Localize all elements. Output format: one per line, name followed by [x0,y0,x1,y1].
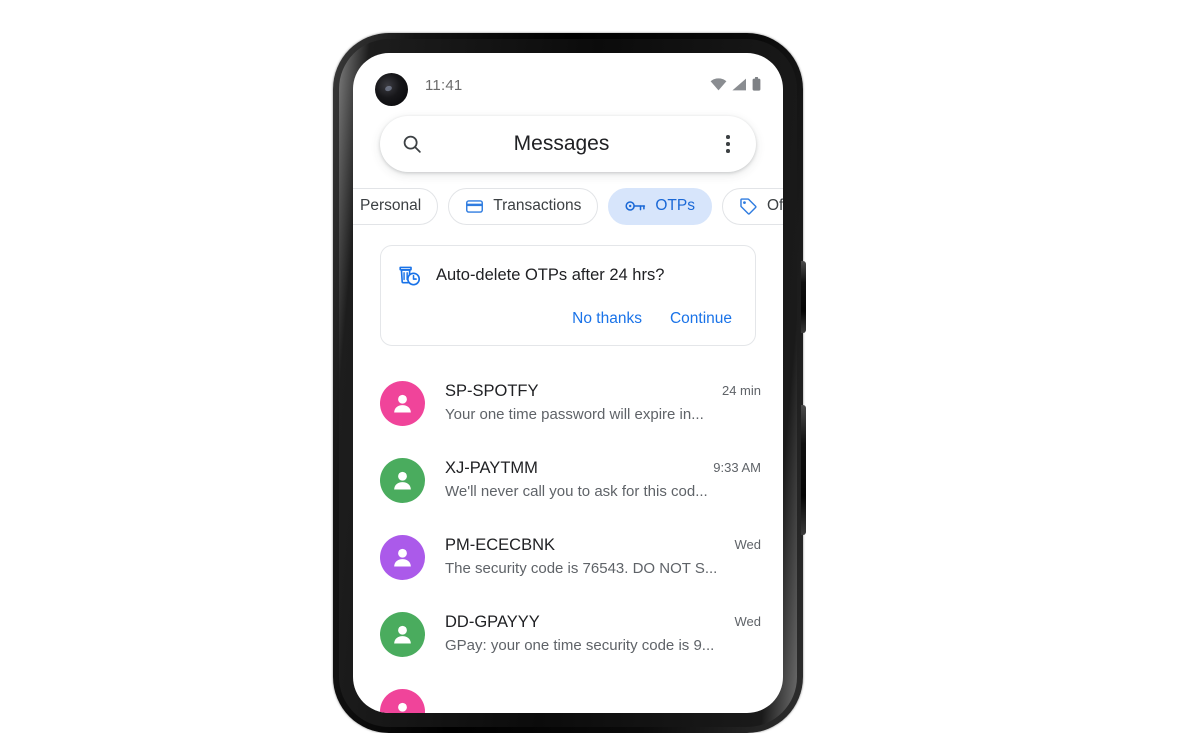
credit-card-icon [466,199,484,213]
avatar [380,535,425,580]
status-bar-icons [710,77,761,91]
avatar [380,612,425,657]
page-title: Messages [513,132,610,155]
avatar [380,689,425,713]
conversation-sender: XJ-PAYTMM [445,459,538,477]
phone-device: 11:41 Messages Personal Transactions OTP… [333,33,806,733]
tag-icon [740,197,757,215]
person-icon [398,702,407,712]
auto-delete-icon [399,266,421,286]
conversation-snippet: Your one time password will expire in... [445,406,704,423]
front-camera-punchhole [375,73,408,106]
conversation-text: SP-SPOTFY Your one time password will ex… [445,381,722,426]
status-bar: 11:41 [353,53,783,106]
conversation-snippet: GPay: your one time security code is 9..… [445,637,715,654]
conversation-timestamp: Wed [734,614,762,629]
conversation-text [445,711,761,713]
conversation-snippet: The security code is 76543. DO NOT S... [445,560,718,577]
person-icon [394,625,411,644]
conversation-timestamp: 24 min [721,383,761,398]
key-icon [625,201,646,211]
avatar [380,458,425,503]
promo-header: Auto-delete OTPs after 24 hrs? [395,262,741,289]
conversation-text: DD-GPAYYY GPay: your one time security c… [445,612,735,657]
search-bar[interactable]: Messages [380,116,756,172]
continue-button[interactable]: Continue [661,303,741,335]
no-thanks-button[interactable]: No thanks [563,303,651,335]
person-icon [394,471,411,490]
conversation-sender: DD-GPAYYY [445,613,540,631]
person-icon [394,548,411,567]
conversation-row[interactable]: SP-SPOTFY Your one time password will ex… [353,365,783,442]
promo-title: Auto-delete OTPs after 24 hrs? [436,266,665,284]
wifi-icon [710,77,727,90]
chip-transactions[interactable]: Transactions [448,187,599,225]
battery-icon [752,77,761,91]
conversation-sender: PM-ECECBNK [445,536,556,554]
chip-label: Transactions [493,197,582,214]
chip-label: Offers [766,197,783,214]
avatar [380,381,425,426]
chip-offers[interactable]: Offers [721,187,783,225]
conversation-row[interactable] [353,673,783,713]
volume-button[interactable] [801,405,806,535]
overflow-menu-icon[interactable] [706,122,750,166]
conversation-row[interactable]: PM-ECECBNK The security code is 76543. D… [353,519,783,596]
conversation-text: PM-ECECBNK The security code is 76543. D… [445,535,735,580]
filter-chips-row: Personal Transactions OTPs Of [353,185,783,227]
conversation-text: XJ-PAYTMM We'll never call you to ask fo… [445,458,713,503]
conversation-sender: SP-SPOTFY [445,382,539,400]
person-icon [394,394,411,413]
power-button[interactable] [801,261,806,333]
status-bar-clock: 11:41 [425,77,463,94]
chip-otps[interactable]: OTPs [608,187,712,225]
conversation-list: SP-SPOTFY Your one time password will ex… [353,365,783,713]
signal-icon [732,78,746,90]
conversation-timestamp: 9:33 AM [713,460,761,475]
chip-label: OTPs [655,197,695,214]
chip-label: Personal [360,197,422,214]
conversation-row[interactable]: XJ-PAYTMM We'll never call you to ask fo… [353,442,783,519]
conversation-row[interactable]: DD-GPAYYY GPay: your one time security c… [353,596,783,673]
conversation-snippet: We'll never call you to ask for this cod… [445,483,708,500]
promo-actions: No thanks Continue [395,303,741,335]
phone-screen: 11:41 Messages Personal Transactions OTP… [353,53,783,713]
chip-personal[interactable]: Personal [353,187,439,225]
conversation-timestamp: Wed [734,537,762,552]
auto-delete-promo-card: Auto-delete OTPs after 24 hrs? No thanks… [380,245,756,346]
